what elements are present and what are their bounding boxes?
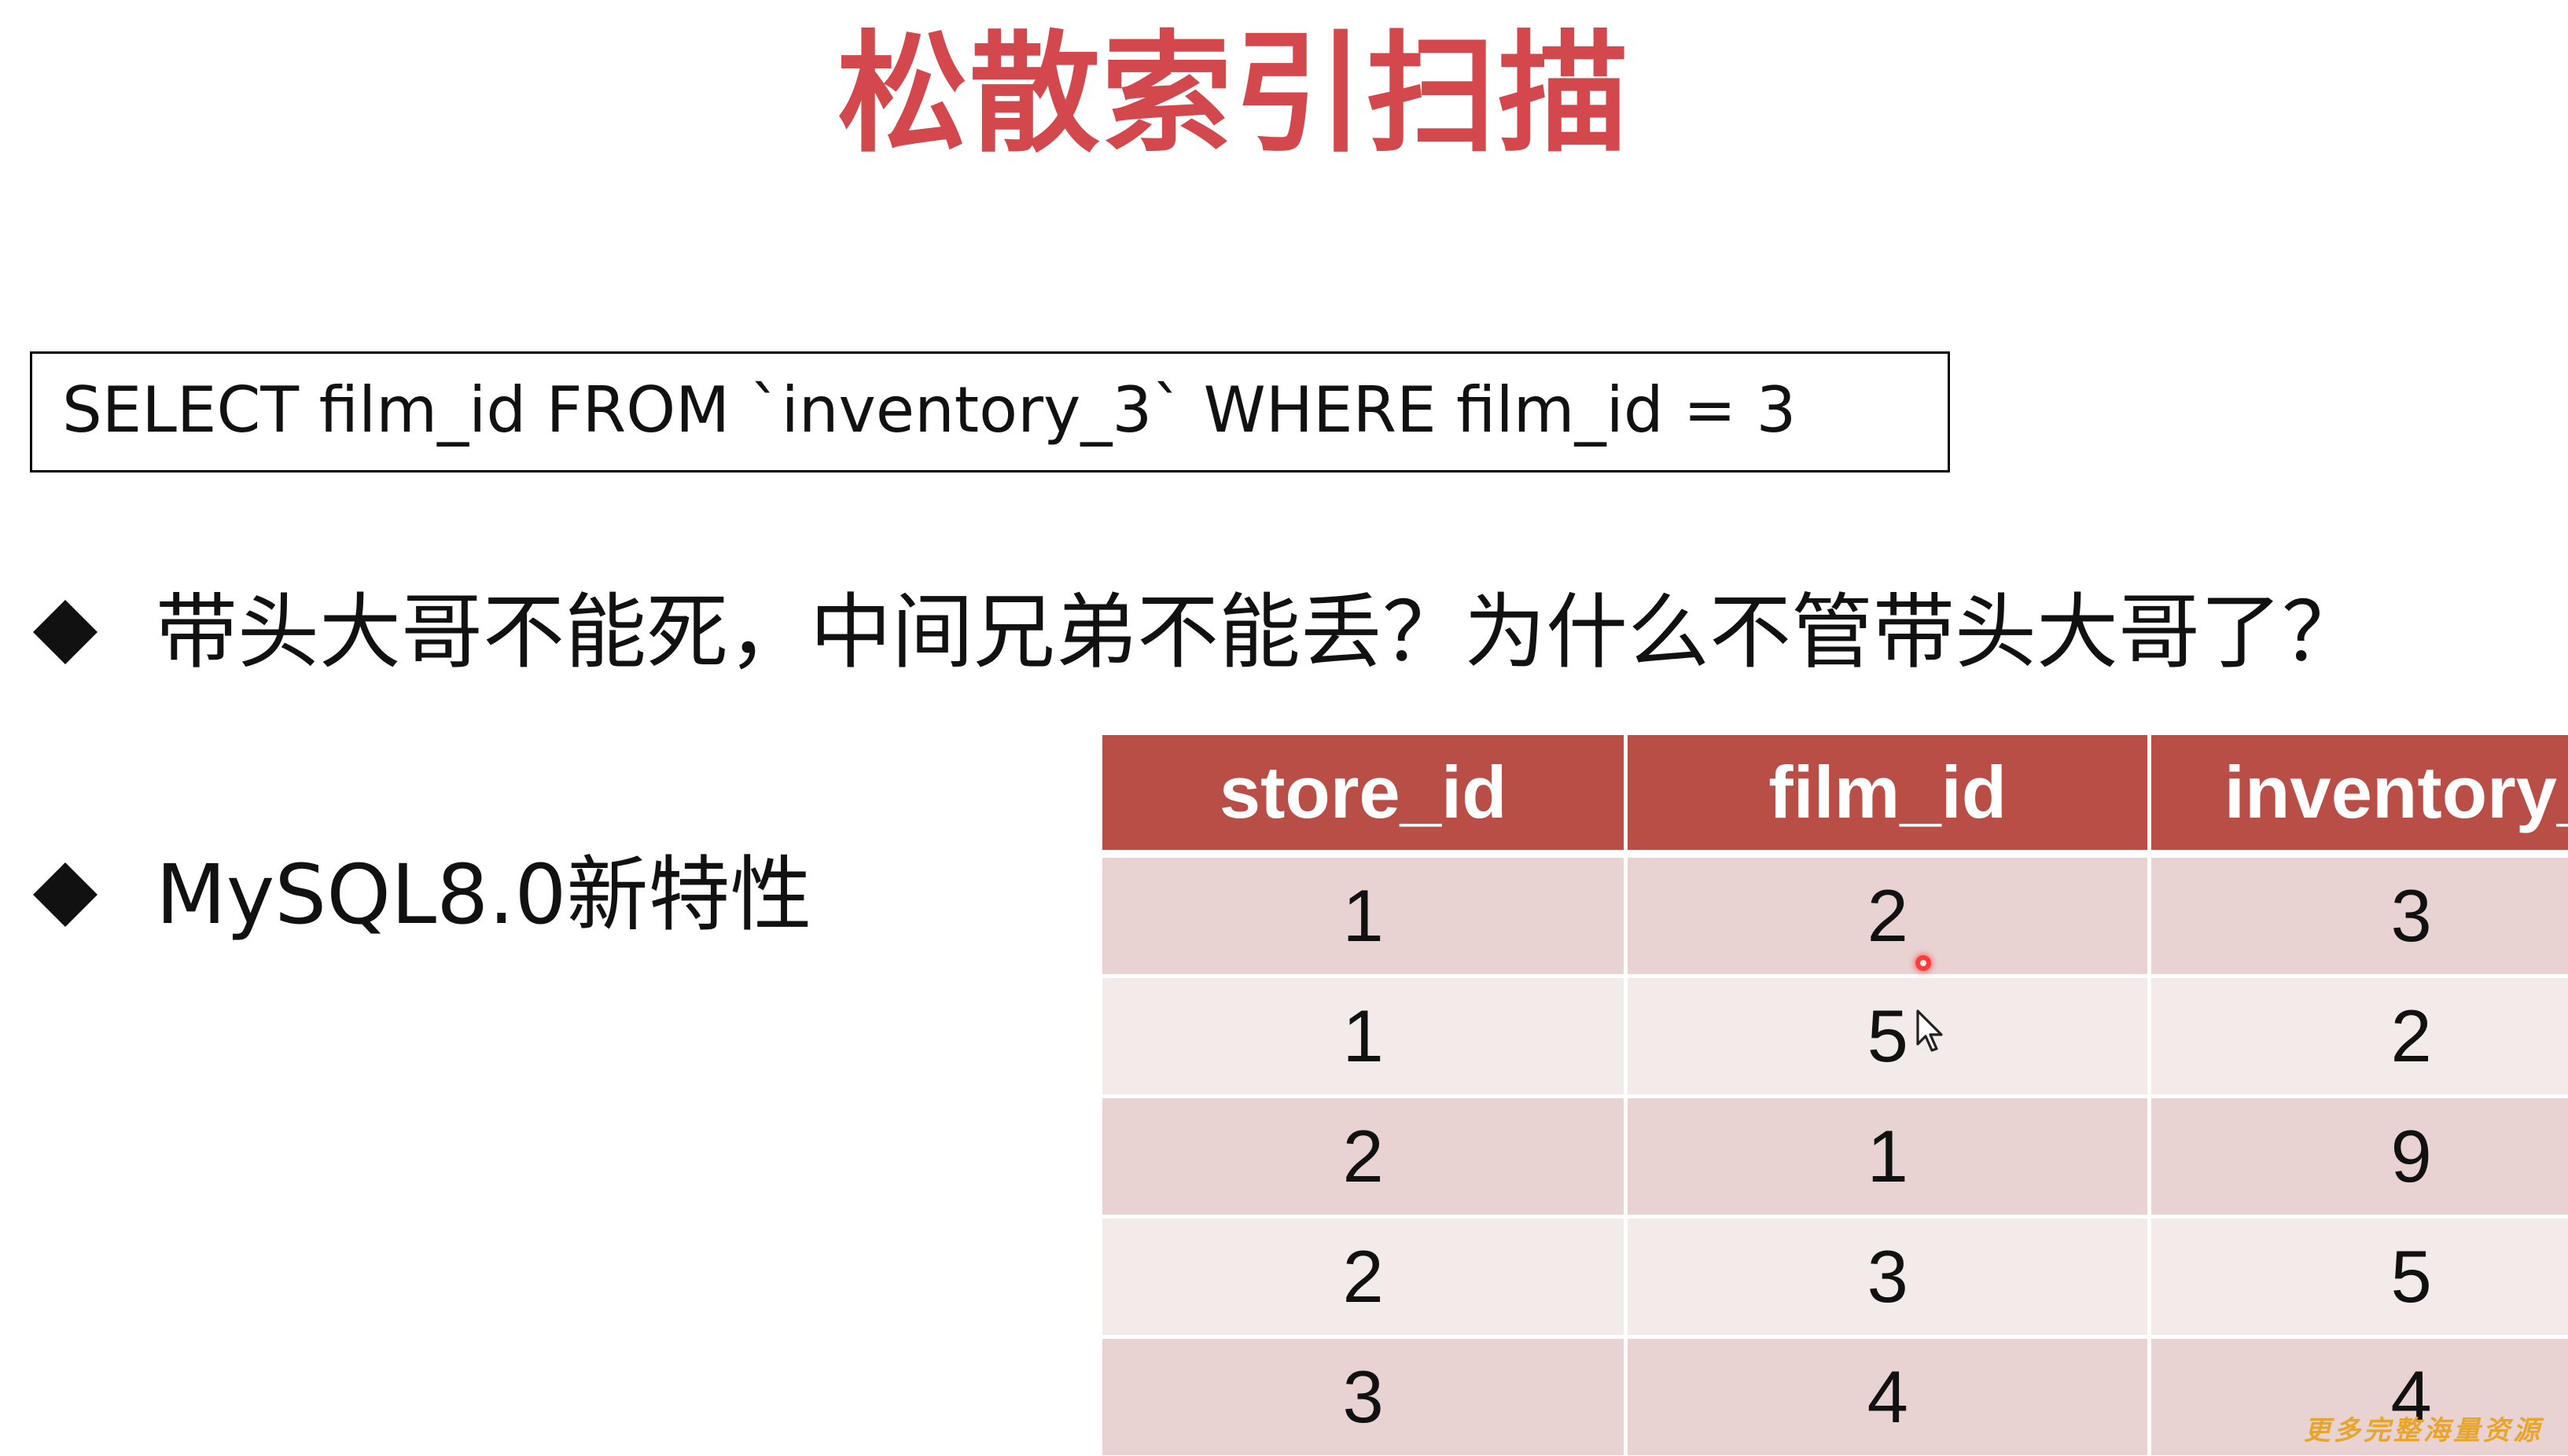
table-cell: 2 [1102,1216,1628,1339]
bullet-item: 带头大哥不能死，中间兄弟不能丢？为什么不管带头大哥了？ [25,591,2364,673]
table-cell: 2 [2149,976,2568,1098]
table-row: 2 1 9 [1102,1096,2568,1219]
inventory-table-container: store_id film_id inventory_ 1 2 3 1 5 2 … [1102,735,2568,1456]
sql-query-text: SELECT film_id FROM `inventory_3` WHERE … [62,373,1797,447]
table-cell: 4 [1625,1337,2152,1456]
table-header-row: store_id film_id inventory_ [1102,735,2568,858]
table-cell: 2 [1102,1096,1628,1219]
bullet-item: MySQL8.0新特性 [25,854,812,936]
table-cell: 9 [2149,1096,2568,1219]
bullet-text: MySQL8.0新特性 [156,847,812,943]
column-header-film-id: film_id [1625,735,2152,858]
table-cell: 5 [1625,976,2152,1098]
table-cell: 1 [1625,1096,2152,1219]
bullet-text: 带头大哥不能死，中间兄弟不能丢？为什么不管带头大哥了？ [156,584,2364,680]
slide: 松散索引扫描 SELECT film_id FROM `inventory_3`… [0,0,2568,1456]
slide-title: 松散索引扫描 [837,19,1630,171]
table-cell: 3 [1625,1216,2152,1339]
table-cell: 3 [1102,1337,1628,1456]
table-cell: 2 [1625,854,2152,978]
mouse-cursor-icon [1916,1009,1943,1052]
table-cell: 5 [2149,1216,2568,1339]
column-header-store-id: store_id [1102,735,1628,858]
diamond-bullet-icon [32,862,98,928]
table-row: 1 2 3 [1102,854,2568,978]
diamond-bullet-icon [32,599,98,665]
inventory-table: store_id film_id inventory_ 1 2 3 1 5 2 … [1102,735,2568,1456]
laser-pointer-icon [1915,955,1931,971]
table-cell: 1 [1102,976,1628,1098]
table-row: 2 3 5 [1102,1216,2568,1339]
sql-query-box: SELECT film_id FROM `inventory_3` WHERE … [30,351,1950,472]
watermark-text: 更多完整海量资源 [2304,1415,2543,1447]
table-cell: 1 [1102,854,1628,978]
column-header-inventory: inventory_ [2149,735,2568,858]
table-cell: 3 [2149,854,2568,978]
table-row: 1 5 2 [1102,976,2568,1098]
